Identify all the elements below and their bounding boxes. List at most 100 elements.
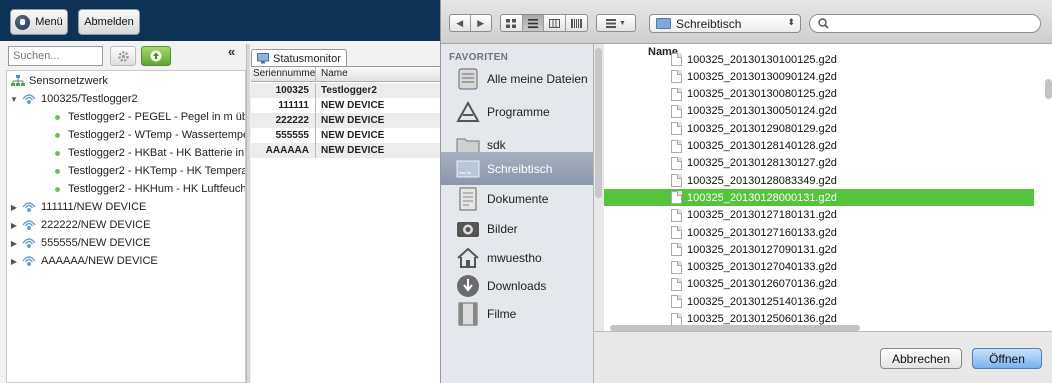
sidebar-item-label: Dokumente	[487, 191, 549, 206]
file-row[interactable]: 100325_20130125140136.g2d	[604, 293, 1034, 310]
arrange-button[interactable]: ▼	[596, 14, 636, 32]
file-row[interactable]: 100325_20130128083349.g2d	[604, 172, 1034, 189]
file-icon	[671, 243, 682, 257]
file-name: 100325_20130130080125.g2d	[687, 88, 837, 101]
tree-sensor-label: Testlogger2 - HKHum - HK Luftfeuch	[68, 183, 246, 195]
open-button[interactable]: Öffnen	[972, 348, 1042, 369]
sidebar-item-desktop[interactable]: Schreibtisch	[441, 152, 593, 185]
status-table: Seriennumme Name 100325 Testlogger2 1111…	[251, 66, 440, 383]
tree-device-label: 100325/Testlogger2	[41, 93, 138, 105]
location-select[interactable]: Schreibtisch ⬍	[649, 14, 801, 33]
column-header-name[interactable]: Name	[321, 68, 348, 79]
file-icon	[671, 104, 682, 118]
expanded-arrow-icon[interactable]: ▼	[9, 95, 19, 104]
tree-device-label: 555555/NEW DEVICE	[41, 237, 151, 249]
column-divider	[315, 83, 316, 98]
movies-icon	[455, 301, 481, 327]
file-row[interactable]: 100325_20130127180131.g2d	[604, 207, 1034, 224]
sidebar-scrollbar[interactable]	[595, 48, 602, 198]
tree-sensor-item[interactable]: Testlogger2 - HKHum - HK Luftfeuch	[55, 180, 246, 198]
sidebar-item-documents[interactable]: Dokumente	[441, 182, 593, 215]
dialog-toolbar: ◀ ▶ ▼ Schreibtisch ⬍	[441, 0, 1052, 44]
sidebar-item-label: Downloads	[487, 278, 547, 293]
sidebar-item-applications[interactable]: Programme	[441, 95, 593, 128]
file-row[interactable]: 100325_20130127040133.g2d	[604, 259, 1034, 276]
tree-device-collapsed[interactable]: ▶ 222222/NEW DEVICE	[9, 216, 151, 234]
collapse-panel-button[interactable]: «	[228, 44, 235, 59]
top-bar: Menü Abmelden	[0, 0, 440, 41]
file-row[interactable]: 100325_20130128140128.g2d	[604, 138, 1034, 155]
table-row[interactable]: AAAAAA NEW DEVICE	[251, 143, 440, 158]
file-name: 100325_20130130100125.g2d	[687, 53, 837, 66]
tree-device-label: 111111/NEW DEVICE	[41, 201, 147, 213]
table-row[interactable]: 100325 Testlogger2	[251, 83, 440, 98]
serial-cell: 555555	[275, 130, 309, 141]
sidebar-item-all-files[interactable]: Alle meine Dateien	[441, 62, 593, 95]
tree-device-collapsed[interactable]: ▶ 555555/NEW DEVICE	[9, 234, 151, 252]
file-row[interactable]: 100325_20130130100125.g2d	[604, 51, 1034, 68]
sidebar-item-label: Alle meine Dateien	[487, 71, 588, 86]
file-name: 100325_20130130090124.g2d	[687, 70, 837, 83]
tree-device-collapsed[interactable]: ▶ 111111/NEW DEVICE	[9, 198, 146, 216]
icon-view-button[interactable]	[501, 15, 523, 31]
pictures-icon	[455, 216, 481, 242]
file-row[interactable]: 100325_20130128130127.g2d	[604, 155, 1034, 172]
file-row[interactable]: 100325_20130129080129.g2d	[604, 120, 1034, 137]
monitor-icon	[257, 53, 269, 64]
cancel-button[interactable]: Abbrechen	[880, 348, 962, 369]
file-icon	[671, 312, 682, 326]
tree-sensor-item[interactable]: Testlogger2 - HKBat - HK Batterie in V	[55, 144, 245, 162]
tab-label: Statusmonitor	[273, 52, 341, 65]
column-view-button[interactable]	[544, 15, 566, 31]
tree-sensor-item[interactable]: Testlogger2 - HKTemp - HK Tempera	[55, 162, 245, 180]
menu-button[interactable]: Menü	[10, 9, 68, 35]
file-name: 100325_20130128083349.g2d	[687, 174, 837, 187]
column-header-serial[interactable]: Seriennumme	[253, 68, 315, 79]
tree-device-expanded[interactable]: ▼ 100325/Testlogger2	[9, 90, 138, 108]
settings-button[interactable]	[110, 46, 136, 66]
file-row[interactable]: 100325_20130130080125.g2d	[604, 86, 1034, 103]
tree-device-collapsed[interactable]: ▶ AAAAAA/NEW DEVICE	[9, 252, 158, 270]
tree-sensor-item[interactable]: Testlogger2 - WTemp - Wassertempe	[55, 126, 245, 144]
tree-root[interactable]: Sensornetzwerk	[11, 72, 108, 90]
tree-sensor-item[interactable]: Testlogger2 - PEGEL - Pegel in m übe	[55, 108, 245, 126]
refresh-button[interactable]	[141, 46, 171, 66]
collapsed-arrow-icon[interactable]: ▶	[9, 257, 19, 266]
application-window: Menü Abmelden « Sensornetzwerk ▼	[0, 0, 440, 383]
gear-icon	[117, 50, 129, 62]
column-divider[interactable]	[315, 67, 316, 82]
name-cell: NEW DEVICE	[321, 100, 385, 111]
forward-button[interactable]: ▶	[471, 15, 491, 31]
collapsed-arrow-icon[interactable]: ▶	[9, 221, 19, 230]
collapsed-arrow-icon[interactable]: ▶	[9, 239, 19, 248]
sidebar-item-movies[interactable]: Filme	[441, 297, 593, 330]
sidebar-item-label: Schreibtisch	[487, 161, 553, 176]
file-row-selected[interactable]: 100325_20130128000131.g2d	[604, 189, 1034, 207]
file-name: 100325_20130127180131.g2d	[687, 209, 837, 222]
device-antenna-icon	[22, 256, 36, 266]
table-row[interactable]: 555555 NEW DEVICE	[251, 128, 440, 143]
file-name: 100325_20130125140136.g2d	[687, 295, 837, 308]
file-row[interactable]: 100325_20130127160133.g2d	[604, 224, 1034, 241]
logout-button[interactable]: Abmelden	[78, 9, 140, 35]
coverflow-view-button[interactable]	[566, 15, 587, 31]
file-row[interactable]: 100325_20130127090131.g2d	[604, 241, 1034, 258]
table-row[interactable]: 111111 NEW DEVICE	[251, 98, 440, 113]
file-row[interactable]: 100325_20130126070136.g2d	[604, 276, 1034, 293]
list-view-button[interactable]	[522, 15, 544, 31]
panel-splitter[interactable]	[246, 44, 250, 383]
file-icon	[671, 70, 682, 84]
collapsed-arrow-icon[interactable]: ▶	[9, 203, 19, 212]
search-input[interactable]	[8, 46, 103, 66]
file-row[interactable]: 100325_20130130050124.g2d	[604, 103, 1034, 120]
desktop-folder-icon	[656, 18, 671, 29]
sensor-status-icon	[55, 150, 60, 156]
serial-cell: 222222	[275, 115, 309, 126]
dialog-search-field[interactable]	[809, 14, 1041, 33]
file-row[interactable]: 100325_20130130090124.g2d	[604, 68, 1034, 85]
table-row[interactable]: 222222 NEW DEVICE	[251, 113, 440, 128]
file-list-vertical-scrollbar[interactable]	[1045, 79, 1052, 99]
back-button[interactable]: ◀	[450, 15, 471, 31]
tab-statusmonitor[interactable]: Statusmonitor	[251, 49, 347, 67]
downloads-icon	[455, 273, 481, 299]
